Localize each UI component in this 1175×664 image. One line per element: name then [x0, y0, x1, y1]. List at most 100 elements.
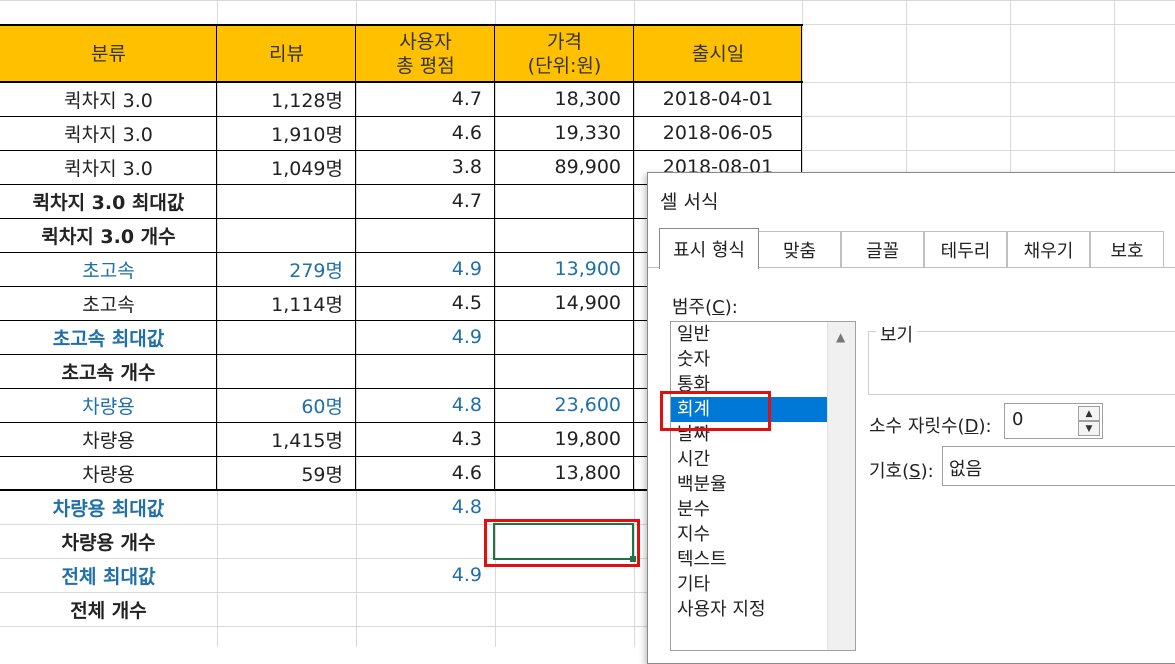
- cell-release[interactable]: 2018-06-05: [634, 116, 802, 150]
- header-rating-line1: 사용자: [399, 30, 452, 53]
- cell-reviews[interactable]: 1,114명: [217, 286, 356, 320]
- tab-font[interactable]: 글꼴: [841, 231, 924, 267]
- header-border-bottom: [0, 81, 803, 83]
- cell-price[interactable]: 14,900: [495, 286, 634, 320]
- cell-price[interactable]: 19,330: [495, 116, 634, 150]
- cell-category[interactable]: 초고속: [0, 252, 217, 286]
- cell-category[interactable]: 전체 개수: [0, 592, 217, 626]
- cell-reviews[interactable]: 1,128명: [217, 82, 356, 116]
- cell-reviews[interactable]: 279명: [217, 252, 356, 286]
- cell-category[interactable]: 퀵차지 3.0: [0, 82, 217, 116]
- cell-reviews[interactable]: [217, 524, 356, 558]
- cell-price[interactable]: [495, 320, 634, 354]
- cell-rating[interactable]: 4.9: [356, 320, 495, 354]
- decimal-places-label: 소수 자릿수(D):: [869, 416, 992, 437]
- cell-price[interactable]: 18,300: [495, 82, 634, 116]
- row-divider: [0, 116, 802, 117]
- header-category[interactable]: 분류: [0, 25, 217, 82]
- cell-category[interactable]: 초고속 개수: [0, 354, 217, 388]
- cell-rating[interactable]: 4.7: [356, 82, 495, 116]
- cell-price[interactable]: 13,800: [495, 456, 634, 490]
- cell-reviews[interactable]: [217, 558, 356, 592]
- cell-rating[interactable]: 3.8: [356, 150, 495, 184]
- stepper-up-icon[interactable]: ▲: [1078, 406, 1100, 421]
- tab-number-label: 표시 형식: [673, 240, 745, 261]
- cell-rating[interactable]: [356, 524, 495, 558]
- decimal-places-stepper[interactable]: 0 ▲ ▼: [1004, 403, 1103, 439]
- cell-category[interactable]: 전체 최대값: [0, 558, 217, 592]
- annotation-box-cell: [484, 519, 640, 567]
- cell-reviews[interactable]: [217, 592, 356, 626]
- cell-rating[interactable]: 4.5: [356, 286, 495, 320]
- cell-category[interactable]: 퀵차지 3.0: [0, 150, 217, 184]
- cell-reviews[interactable]: [217, 490, 356, 524]
- cell-rating[interactable]: 4.9: [356, 252, 495, 286]
- cell-rating[interactable]: 4.8: [356, 388, 495, 422]
- dialog-title: 셀 서식: [660, 191, 719, 213]
- cell-price[interactable]: [495, 184, 634, 218]
- cell-category[interactable]: 차량용: [0, 456, 217, 490]
- cell-category[interactable]: 차량용 최대값: [0, 490, 217, 524]
- symbol-label: 기호(S):: [869, 461, 934, 482]
- symbol-value: 없음: [949, 459, 983, 480]
- tab-font-label: 글꼴: [865, 240, 900, 262]
- decimal-places-value[interactable]: 0: [1012, 409, 1023, 430]
- cell-category[interactable]: 초고속 최대값: [0, 320, 217, 354]
- cell-category[interactable]: 차량용: [0, 388, 217, 422]
- cell-reviews[interactable]: 1,049명: [217, 150, 356, 184]
- tab-protection-label: 보호: [1110, 240, 1144, 262]
- header-divider: [355, 24, 356, 82]
- cell-reviews[interactable]: [217, 218, 356, 252]
- cell-price[interactable]: 19,800: [495, 422, 634, 456]
- cell-release[interactable]: 2018-04-01: [634, 82, 802, 116]
- category-list[interactable]: 일반 숫자 통화 회계 날짜 시간 백분율 분수 지수 텍스트 기타 사용자 지정 ▲: [670, 321, 856, 651]
- cell-price[interactable]: 89,900: [495, 150, 634, 184]
- cell-price[interactable]: [495, 592, 634, 626]
- tab-alignment[interactable]: 맞춤: [758, 231, 841, 267]
- cell-rating[interactable]: 4.9: [356, 558, 495, 592]
- cell-category[interactable]: 차량용 개수: [0, 524, 217, 558]
- cell-reviews[interactable]: [217, 354, 356, 388]
- header-rating-line2: 총 평점: [396, 54, 455, 77]
- cell-price[interactable]: [495, 218, 634, 252]
- scroll-up-icon[interactable]: ▲: [836, 330, 845, 344]
- cell-reviews[interactable]: 1,415명: [217, 422, 356, 456]
- cell-rating[interactable]: 4.7: [356, 184, 495, 218]
- cell-reviews[interactable]: 1,910명: [217, 116, 356, 150]
- tab-number[interactable]: 표시 형식: [659, 228, 759, 269]
- tab-protection[interactable]: 보호: [1090, 231, 1164, 267]
- header-release[interactable]: 출시일: [634, 25, 802, 82]
- cell-rating[interactable]: [356, 218, 495, 252]
- header-divider: [801, 24, 802, 82]
- cell-reviews[interactable]: [217, 320, 356, 354]
- header-category-label: 분류: [91, 42, 126, 65]
- cell-category[interactable]: 차량용: [0, 422, 217, 456]
- cell-reviews[interactable]: [217, 184, 356, 218]
- category-label: 범주(C):: [672, 297, 738, 318]
- header-reviews[interactable]: 리뷰: [217, 25, 356, 82]
- tab-alignment-label: 맞춤: [782, 240, 817, 262]
- cell-category[interactable]: 퀵차지 3.0: [0, 116, 217, 150]
- cell-reviews[interactable]: 60명: [217, 388, 356, 422]
- tab-fill[interactable]: 채우기: [1007, 231, 1090, 267]
- cell-rating[interactable]: 4.3: [356, 422, 495, 456]
- cell-rating[interactable]: 4.6: [356, 116, 495, 150]
- header-rating[interactable]: 사용자 총 평점: [356, 25, 495, 82]
- cell-price[interactable]: 13,900: [495, 252, 634, 286]
- stepper-down-icon[interactable]: ▼: [1078, 421, 1100, 436]
- cell-rating[interactable]: [356, 592, 495, 626]
- cell-rating[interactable]: 4.6: [356, 456, 495, 490]
- cell-category[interactable]: 초고속: [0, 286, 217, 320]
- table-border-top: [0, 24, 803, 26]
- tab-border[interactable]: 테두리: [924, 231, 1007, 267]
- cell-category[interactable]: 퀵차지 3.0 최대값: [0, 184, 217, 218]
- cell-category[interactable]: 퀵차지 3.0 개수: [0, 218, 217, 252]
- cell-rating[interactable]: 4.8: [356, 490, 495, 524]
- symbol-select[interactable]: 없음: [942, 446, 1175, 486]
- cell-price[interactable]: [495, 354, 634, 388]
- cell-reviews[interactable]: 59명: [217, 456, 356, 490]
- category-scrollbar[interactable]: ▲: [827, 322, 855, 650]
- cell-rating[interactable]: [356, 354, 495, 388]
- cell-price[interactable]: 23,600: [495, 388, 634, 422]
- header-price[interactable]: 가격 (단위:원): [495, 25, 634, 82]
